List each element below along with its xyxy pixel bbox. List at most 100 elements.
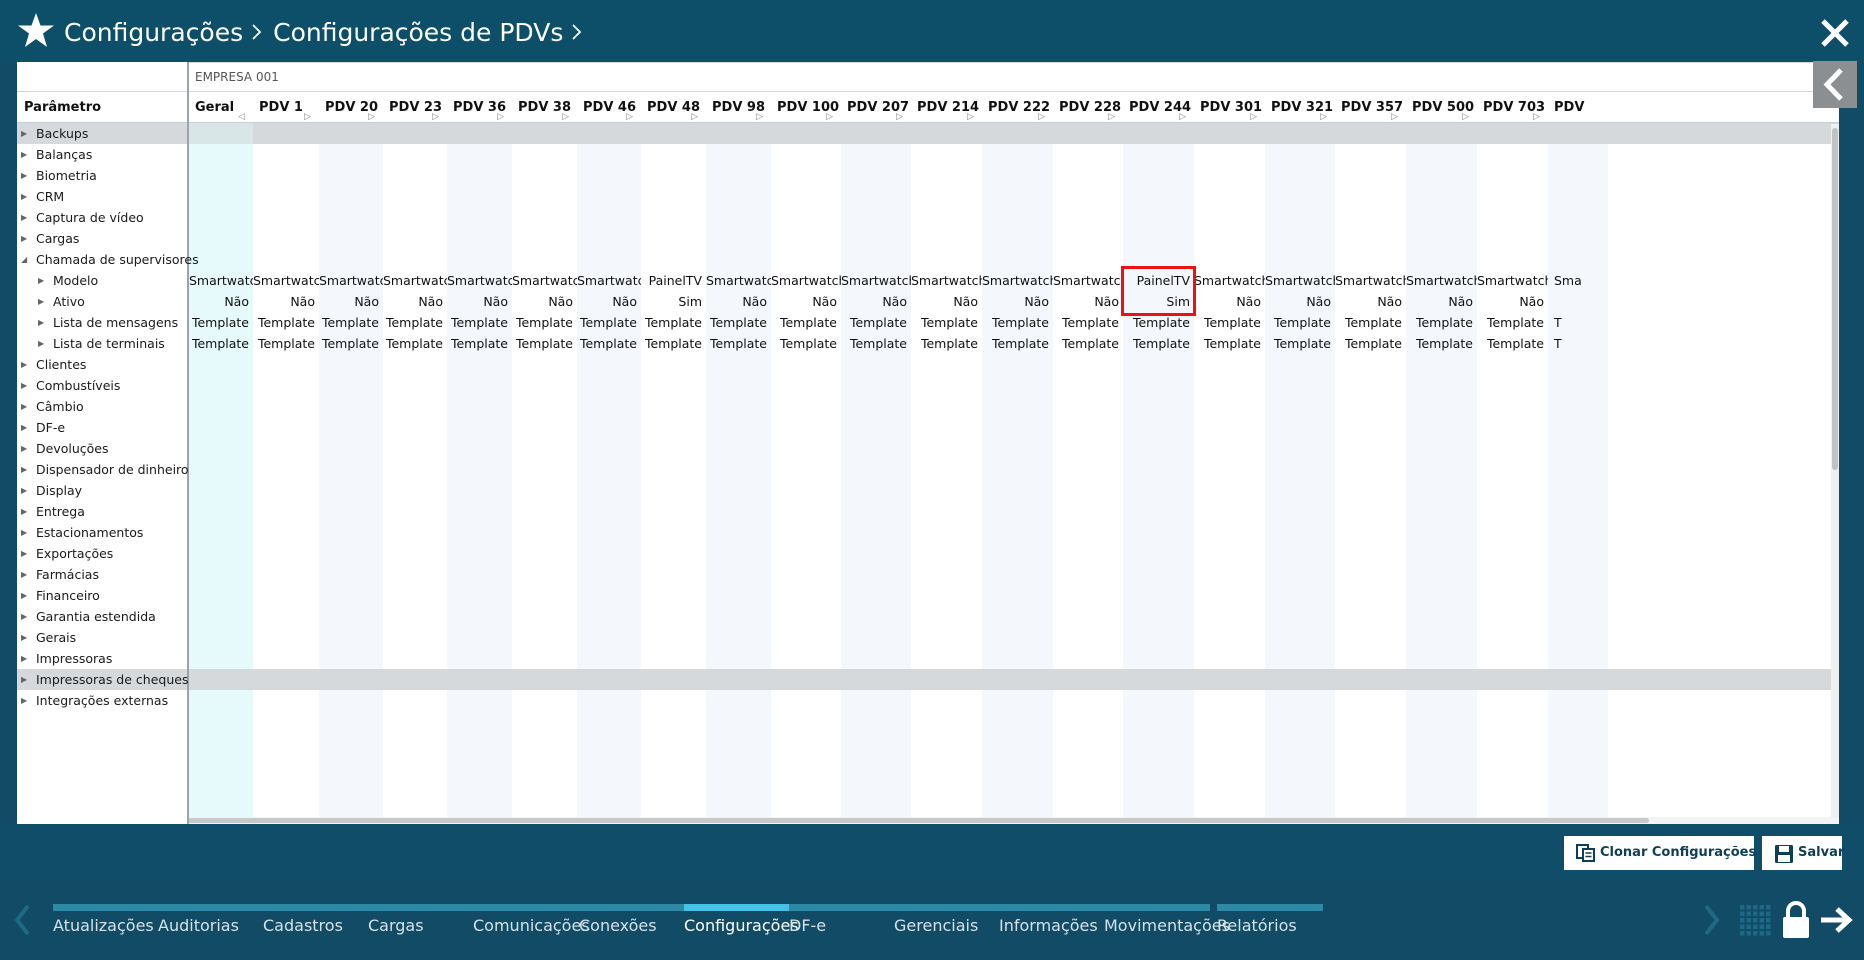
cell-ativo[interactable]: Não: [1335, 291, 1406, 312]
cell-mensagens[interactable]: Template: [319, 312, 383, 333]
cell-mensagens[interactable]: Template: [253, 312, 319, 333]
column-header-pdv-98[interactable]: PDV 98 ▷: [706, 92, 771, 123]
cell-terminais[interactable]: Template: [577, 333, 641, 354]
tree-item-devolucoes[interactable]: ▶ Devoluções: [17, 438, 187, 459]
column-header-pdv-207[interactable]: PDV 207 ▷: [841, 92, 911, 123]
cell-ativo[interactable]: Não: [706, 291, 771, 312]
cell-modelo[interactable]: Smartwatch: [1265, 270, 1335, 291]
breadcrumb-item-pdvs[interactable]: Configurações de PDVs: [273, 18, 563, 47]
cell-terminais[interactable]: Template: [982, 333, 1053, 354]
cell-modelo[interactable]: Smartwatch: [1053, 270, 1123, 291]
cell-mensagens[interactable]: Template: [911, 312, 982, 333]
cell-terminais[interactable]: Template: [447, 333, 512, 354]
cell-modelo[interactable]: Smartwatch: [1194, 270, 1265, 291]
tree-item-impressoras-de-cheques[interactable]: ▶ Impressoras de cheques: [17, 669, 188, 690]
caret-right-icon[interactable]: ▶: [21, 417, 27, 438]
clone-config-button[interactable]: Clonar Configurações: [1564, 836, 1756, 870]
cell-terminais[interactable]: Template: [1265, 333, 1335, 354]
tree-item-integracoes-externas[interactable]: ▶ Integrações externas: [17, 690, 187, 711]
cell-ativo[interactable]: Não: [512, 291, 577, 312]
tree-item-lista-de-terminais[interactable]: ▶ Lista de terminais: [17, 333, 187, 354]
cell-ativo[interactable]: Não: [841, 291, 911, 312]
cell-terminais[interactable]: Template: [319, 333, 383, 354]
lock-icon[interactable]: [1780, 900, 1812, 940]
cell-terminais[interactable]: Template: [1123, 333, 1194, 354]
cell-mensagens[interactable]: Template: [841, 312, 911, 333]
tree-item-garantia-estendida[interactable]: ▶ Garantia estendida: [17, 606, 187, 627]
nav-next-icon[interactable]: [1702, 900, 1722, 940]
caret-right-icon[interactable]: ▶: [21, 627, 27, 648]
cell-mensagens[interactable]: Template: [1265, 312, 1335, 333]
column-header-geral[interactable]: Geral ◁: [189, 92, 253, 123]
cell-modelo[interactable]: Smartwatch: [771, 270, 841, 291]
column-header-pdv-38[interactable]: PDV 38 ▷: [512, 92, 577, 123]
cell-ativo[interactable]: Não: [319, 291, 383, 312]
column-header-pdv-244[interactable]: PDV 244 ▷: [1123, 92, 1194, 123]
cell-modelo[interactable]: Smartwatch: [577, 270, 641, 291]
column-header-pdv-228[interactable]: PDV 228 ▷: [1053, 92, 1123, 123]
cell-modelo[interactable]: Smartwatch: [1335, 270, 1406, 291]
caret-right-icon[interactable]: ▶: [21, 543, 27, 564]
save-button[interactable]: Salvar: [1762, 836, 1844, 870]
column-header-pdv-100[interactable]: PDV 100 ▷: [771, 92, 841, 123]
tree-item-financeiro[interactable]: ▶ Financeiro: [17, 585, 187, 606]
cell-modelo[interactable]: Smartwatch: [383, 270, 447, 291]
tree-item-dispensador-de-dinheiro[interactable]: ▶ Dispensador de dinheiro: [17, 459, 189, 480]
tree-item-exportacoes[interactable]: ▶ Exportações: [17, 543, 187, 564]
caret-right-icon[interactable]: ▶: [38, 333, 44, 354]
tree-item-impressoras[interactable]: ▶ Impressoras: [17, 648, 187, 669]
cell-terminais[interactable]: Template: [512, 333, 577, 354]
cell-modelo[interactable]: Smartwatch: [1477, 270, 1548, 291]
tree-item-backups[interactable]: ▶ Backups: [17, 123, 187, 144]
cell-terminais[interactable]: Template: [706, 333, 771, 354]
cell-modelo[interactable]: Smartwatch: [911, 270, 982, 291]
cell-terminais[interactable]: Template: [189, 333, 253, 354]
cell-mensagens[interactable]: Template: [1335, 312, 1406, 333]
cell-modelo[interactable]: Smartwatch: [706, 270, 771, 291]
nav-item-informacoes[interactable]: Informações: [999, 904, 1105, 944]
nav-item-auditorias[interactable]: Auditorias: [158, 904, 264, 944]
cell-ativo[interactable]: Não: [982, 291, 1053, 312]
column-header-pdv-214[interactable]: PDV 214 ▷: [911, 92, 982, 123]
tree-item-chamada-de-supervisores[interactable]: ◢ Chamada de supervisores: [17, 249, 199, 270]
chevron-right-icon[interactable]: [567, 22, 587, 42]
collapse-panel-icon[interactable]: [1813, 61, 1857, 108]
column-header-pdv-23[interactable]: PDV 23 ▷: [383, 92, 447, 123]
cell-terminais[interactable]: T: [1548, 333, 1608, 354]
caret-right-icon[interactable]: ▶: [38, 312, 44, 333]
cell-ativo[interactable]: Não: [253, 291, 319, 312]
cell-terminais[interactable]: Template: [841, 333, 911, 354]
caret-right-icon[interactable]: ▶: [21, 501, 27, 522]
cell-mensagens[interactable]: Template: [706, 312, 771, 333]
cell-mensagens[interactable]: T: [1548, 312, 1608, 333]
caret-right-icon[interactable]: ▶: [21, 606, 27, 627]
cell-modelo[interactable]: Smartwatch: [253, 270, 319, 291]
nav-item-movimentacoes[interactable]: Movimentações: [1104, 904, 1230, 944]
cell-mensagens[interactable]: Template: [771, 312, 841, 333]
cell-mensagens[interactable]: Template: [512, 312, 577, 333]
column-header-pdv-500[interactable]: PDV 500 ▷: [1406, 92, 1477, 123]
caret-right-icon[interactable]: ▶: [21, 375, 27, 396]
caret-right-icon[interactable]: ▶: [21, 165, 27, 186]
cell-ativo[interactable]: Não: [1265, 291, 1335, 312]
column-header-pdv-46[interactable]: PDV 46 ▷: [577, 92, 641, 123]
cell-modelo[interactable]: Smartwatch: [1406, 270, 1477, 291]
vertical-scroll-thumb[interactable]: [1832, 128, 1838, 470]
caret-right-icon[interactable]: ▶: [38, 291, 44, 312]
breadcrumb-item-configuracoes[interactable]: Configurações: [64, 18, 243, 47]
cell-ativo[interactable]: Não: [771, 291, 841, 312]
tree-item-df-e[interactable]: ▶ DF-e: [17, 417, 187, 438]
cell-ativo[interactable]: Não: [1477, 291, 1548, 312]
nav-item-conexoes[interactable]: Conexões: [579, 904, 685, 944]
cell-terminais[interactable]: Template: [253, 333, 319, 354]
cell-mensagens[interactable]: Template: [1053, 312, 1123, 333]
caret-right-icon[interactable]: ▶: [21, 228, 27, 249]
caret-right-icon[interactable]: ▶: [21, 690, 27, 711]
cell-modelo[interactable]: Smartwatch: [982, 270, 1053, 291]
column-header-pdv-222[interactable]: PDV 222 ▷: [982, 92, 1053, 123]
cell-mensagens[interactable]: Template: [1194, 312, 1265, 333]
tree-item-modelo[interactable]: ▶ Modelo: [17, 270, 187, 291]
close-icon[interactable]: [1818, 16, 1852, 50]
vertical-scrollbar[interactable]: [1831, 124, 1839, 824]
cell-ativo[interactable]: Não: [911, 291, 982, 312]
